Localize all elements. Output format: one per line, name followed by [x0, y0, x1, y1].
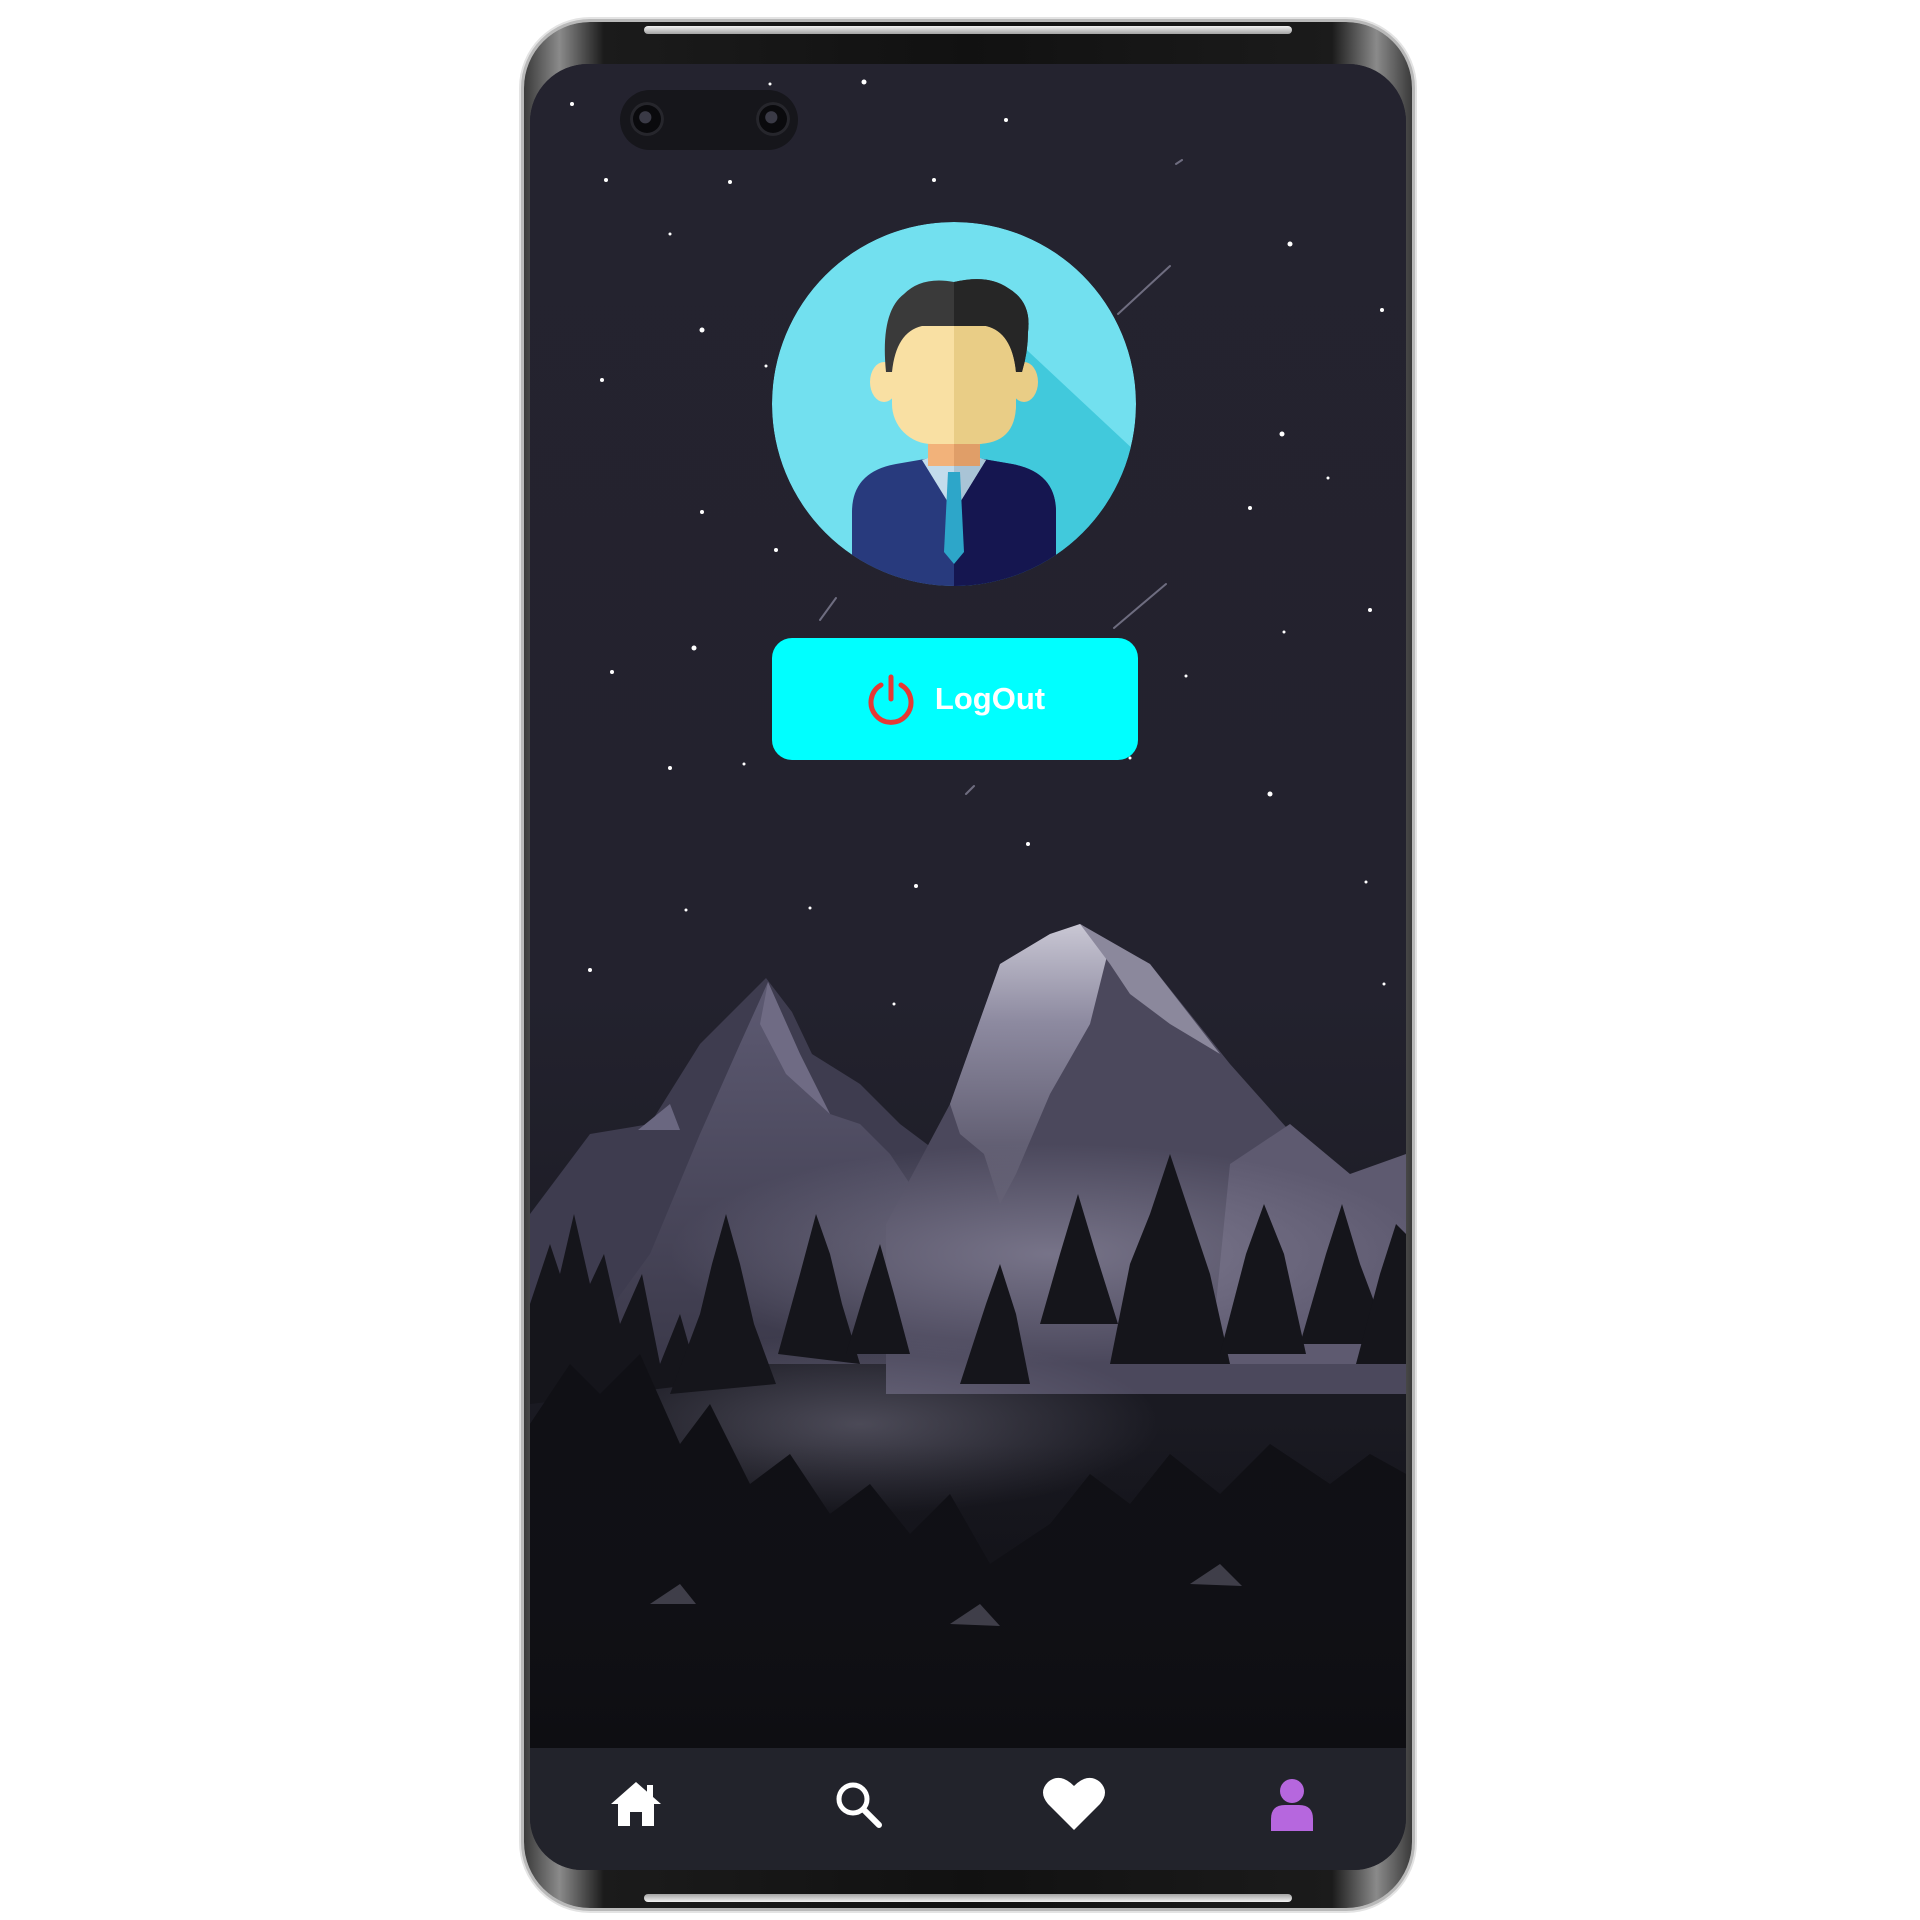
logout-label: LogOut: [934, 681, 1046, 716]
camera-lens-icon: [630, 102, 664, 136]
logout-button[interactable]: LogOut: [772, 638, 1138, 760]
nav-item-favorites[interactable]: [1042, 1772, 1106, 1836]
power-icon: [868, 674, 914, 725]
user-avatar-icon: [772, 222, 1136, 586]
phone-screen: LogOut: [530, 64, 1406, 1870]
person-icon: [1271, 1779, 1313, 1831]
heart-icon: [1043, 1777, 1105, 1830]
nav-item-profile[interactable]: [1260, 1772, 1324, 1836]
bottom-navigation-bar: [530, 1748, 1406, 1870]
home-icon: [611, 1782, 661, 1826]
user-avatar: [772, 222, 1136, 586]
nav-item-home[interactable]: [604, 1772, 668, 1836]
camera-lens-icon: [756, 102, 790, 136]
front-camera-cutout: [620, 90, 798, 150]
search-icon: [836, 1782, 882, 1828]
phone-top-rail: [644, 26, 1292, 34]
phone-bottom-rail: [644, 1894, 1292, 1902]
nav-item-search[interactable]: [826, 1772, 890, 1836]
